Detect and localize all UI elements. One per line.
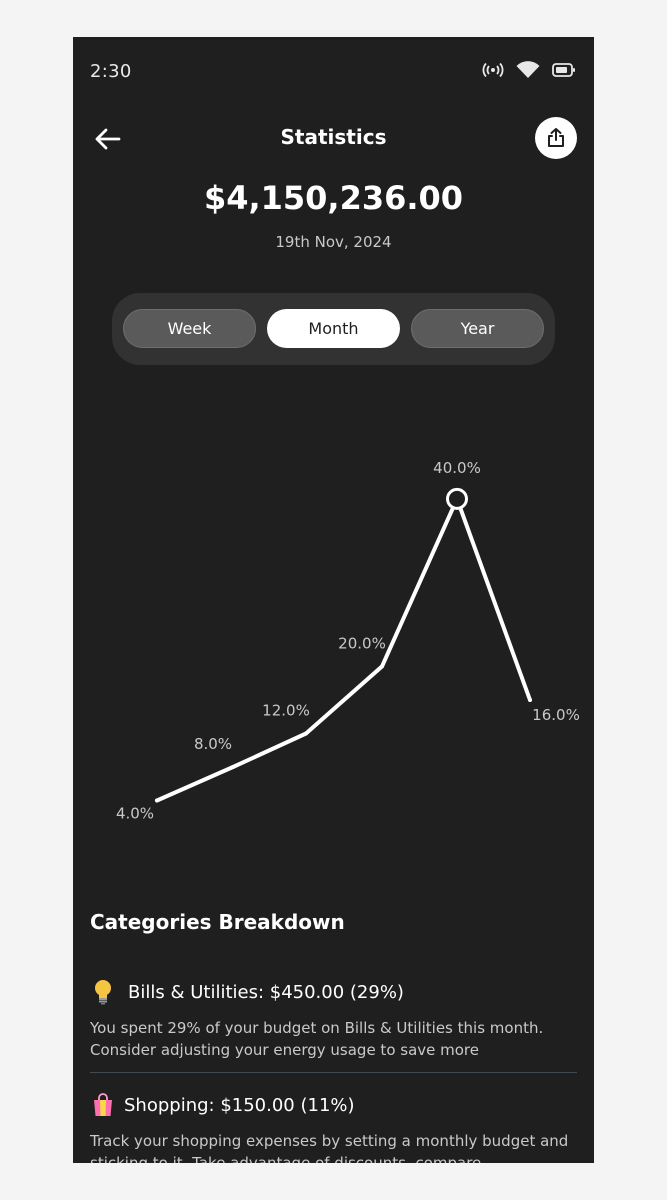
status-icons bbox=[482, 61, 576, 83]
divider bbox=[90, 1072, 577, 1073]
share-button[interactable] bbox=[535, 117, 577, 159]
chart-point[interactable] bbox=[231, 765, 235, 769]
chart-point[interactable] bbox=[380, 664, 384, 669]
share-icon bbox=[548, 128, 564, 147]
categories-title: Categories Breakdown bbox=[90, 910, 345, 934]
category-description: Track your shopping expenses by setting … bbox=[90, 1132, 569, 1163]
tab-week[interactable]: Week bbox=[123, 309, 256, 348]
app-header: Statistics bbox=[73, 117, 594, 161]
chart-data-label: 12.0% bbox=[262, 702, 310, 720]
chart-point[interactable] bbox=[155, 798, 159, 803]
category-description: You spent 29% of your budget on Bills & … bbox=[90, 1019, 544, 1059]
tab-month[interactable]: Month bbox=[267, 309, 400, 348]
chart-point[interactable] bbox=[304, 731, 308, 736]
hotspot-icon bbox=[482, 62, 504, 82]
chart-data-label: 16.0% bbox=[532, 706, 580, 724]
lightbulb-icon bbox=[90, 979, 116, 1005]
line-chart: 4.0%8.0%12.0%20.0%40.0%16.0%JulAugSepOct… bbox=[73, 407, 594, 893]
chart-data-label: 4.0% bbox=[116, 805, 154, 823]
chart-point-highlighted[interactable] bbox=[446, 487, 468, 510]
status-time: 2:30 bbox=[90, 61, 132, 82]
chart-point[interactable] bbox=[528, 698, 532, 702]
category-heading: Shopping: $150.00 (11%) bbox=[124, 1094, 355, 1116]
chart-data-label: 20.0% bbox=[338, 634, 386, 652]
period-selector: Week Month Year bbox=[112, 293, 555, 365]
total-amount: $4,150,236.00 bbox=[203, 179, 464, 217]
line-chart-svg: 4.0%8.0%12.0%20.0%40.0%16.0%JulAugSepOct… bbox=[98, 459, 580, 893]
category-item-shopping[interactable]: Shopping: $150.00 (11%) Track your shopp… bbox=[90, 1092, 577, 1163]
category-item-bills[interactable]: Bills & Utilities: $450.00 (29%) You spe… bbox=[90, 979, 577, 1061]
phone-screen: 2:30 Statistics $4,150,236.00 19th Nov, … bbox=[73, 37, 594, 1163]
category-header: Shopping: $150.00 (11%) bbox=[90, 1092, 577, 1118]
total-date: 19th Nov, 2024 bbox=[275, 233, 392, 251]
tab-year[interactable]: Year bbox=[411, 309, 544, 348]
chart-data-label: 40.0% bbox=[433, 459, 481, 477]
status-bar: 2:30 bbox=[73, 37, 594, 107]
wifi-icon bbox=[516, 61, 540, 83]
chart-data-label: 8.0% bbox=[194, 735, 232, 753]
category-heading: Bills & Utilities: $450.00 (29%) bbox=[128, 981, 404, 1003]
shopping-bag-icon bbox=[90, 1092, 116, 1118]
page-title: Statistics bbox=[280, 125, 387, 149]
category-header: Bills & Utilities: $450.00 (29%) bbox=[90, 979, 577, 1005]
battery-icon bbox=[552, 62, 576, 82]
